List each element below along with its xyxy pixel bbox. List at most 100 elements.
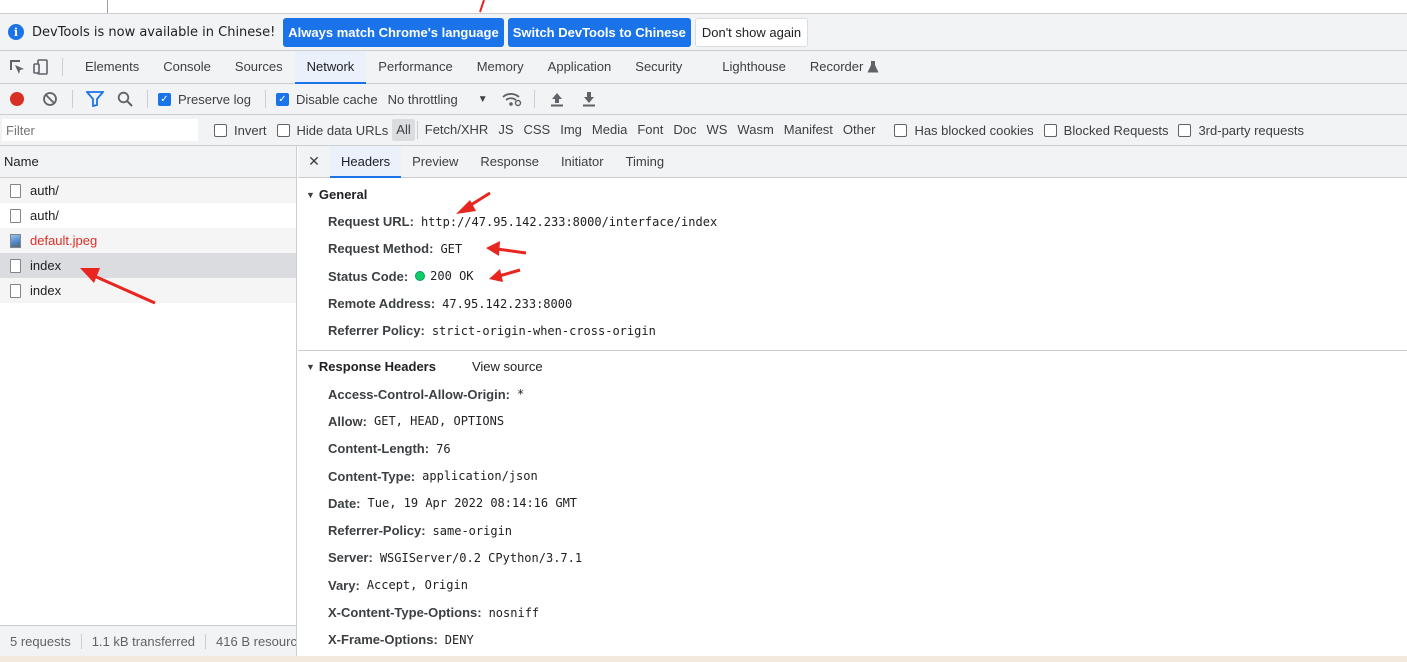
third-party-label: 3rd-party requests (1198, 122, 1304, 138)
request-list-pane: Name auth/ auth/ default.jpeg index inde… (0, 146, 297, 662)
tab-recorder[interactable]: Recorder (798, 51, 891, 83)
tabs-separator (62, 58, 63, 76)
preserve-log-checkbox[interactable]: ✓ Preserve log (158, 92, 251, 107)
filter-type-media[interactable]: Media (587, 119, 632, 141)
toolbar-separator (72, 90, 73, 108)
header-row: X-Content-Type-Options: nosniff (298, 599, 1407, 626)
header-value: Tue, 19 Apr 2022 08:14:16 GMT (367, 496, 578, 511)
filter-icon[interactable] (83, 87, 107, 111)
header-value: application/json (422, 469, 538, 484)
request-row[interactable]: auth/ (0, 178, 296, 203)
header-row: X-Frame-Options: DENY (298, 626, 1407, 653)
header-value: 47.95.142.233:8000 (442, 296, 573, 311)
request-name: index (30, 258, 62, 273)
checkbox-box (276, 123, 290, 137)
filter-type-manifest[interactable]: Manifest (779, 119, 838, 141)
filter-type-js[interactable]: JS (493, 119, 518, 141)
filter-type-img[interactable]: Img (555, 119, 587, 141)
header-key: Allow: (328, 413, 367, 429)
view-source-link[interactable]: View source (472, 359, 543, 374)
request-row[interactable]: default.jpeg (0, 228, 296, 253)
switch-chinese-button[interactable]: Switch DevTools to Chinese (507, 17, 691, 47)
tab-elements[interactable]: Elements (73, 51, 151, 83)
tab-headers[interactable]: Headers (330, 146, 402, 178)
top-divider (107, 0, 108, 13)
page-bottom-strip (0, 656, 1407, 662)
tab-lighthouse[interactable]: Lighthouse (710, 51, 798, 83)
invert-checkbox[interactable]: Invert (214, 123, 267, 138)
preserve-log-label: Preserve log (178, 91, 251, 107)
filter-type-wasm[interactable]: Wasm (732, 119, 778, 141)
disable-cache-checkbox[interactable]: ✓ Disable cache (275, 92, 378, 107)
request-name: auth/ (30, 208, 59, 223)
export-har-icon[interactable] (577, 87, 601, 111)
request-row[interactable]: auth/ (0, 203, 296, 228)
record-icon[interactable] (10, 92, 24, 106)
header-row: Request Method: GET (298, 235, 1407, 262)
filter-input[interactable] (2, 119, 198, 141)
header-key: X-Content-Type-Options: (328, 605, 482, 620)
tab-console[interactable]: Console (151, 51, 223, 83)
tab-initiator[interactable]: Initiator (550, 146, 615, 178)
filter-type-css[interactable]: CSS (519, 119, 556, 141)
header-row: Referrer Policy: strict-origin-when-cros… (298, 317, 1407, 344)
toolbar-separator (147, 90, 148, 108)
page-top-strip (0, 0, 1407, 14)
search-icon[interactable] (113, 87, 137, 111)
tab-network[interactable]: Network (294, 50, 367, 84)
header-key: Referrer Policy: (328, 323, 425, 339)
general-section: Request URL: http://47.95.142.233:8000/i… (298, 208, 1407, 344)
inspect-element-icon[interactable] (6, 56, 28, 78)
tab-response[interactable]: Response (469, 146, 550, 178)
filter-type-other[interactable]: Other (838, 119, 881, 141)
name-column-header[interactable]: Name (0, 146, 296, 178)
device-toolbar-icon[interactable] (30, 56, 52, 78)
info-icon: i (8, 24, 24, 40)
tab-application[interactable]: Application (536, 51, 624, 83)
request-row-selected[interactable]: index (0, 253, 296, 278)
flask-icon (867, 61, 879, 73)
close-icon[interactable]: ✕ (298, 153, 330, 170)
match-language-button[interactable]: Always match Chrome's language (283, 17, 504, 47)
header-value: http://47.95.142.233:8000/interface/inde… (420, 214, 718, 229)
tab-timing[interactable]: Timing (615, 146, 676, 178)
response-headers-title: Response Headers (318, 359, 436, 375)
devtools-tabs-bar: Elements Console Sources Network Perform… (0, 50, 1407, 84)
tab-performance[interactable]: Performance (366, 51, 464, 83)
response-headers-section-header[interactable]: ▼ Response Headers View source (298, 353, 1407, 380)
network-toolbar: ✓ Preserve log ✓ Disable cache No thrott… (0, 84, 1407, 115)
header-value: strict-origin-when-cross-origin (431, 323, 656, 338)
clear-icon[interactable] (38, 87, 62, 111)
blocked-requests-label: Blocked Requests (1063, 122, 1169, 138)
header-key: Content-Length: (328, 441, 430, 457)
header-row: Content-Type: application/json (298, 462, 1407, 489)
network-conditions-icon[interactable] (500, 87, 524, 111)
dont-show-again-button[interactable]: Don't show again (694, 17, 809, 47)
tab-memory[interactable]: Memory (465, 51, 536, 83)
filter-type-all[interactable]: All (392, 119, 415, 141)
general-section-header[interactable]: ▼ General (298, 181, 1407, 208)
document-icon (10, 208, 21, 223)
import-har-icon[interactable] (545, 87, 569, 111)
triangle-down-icon: ▼ (306, 189, 315, 200)
tab-sources[interactable]: Sources (223, 51, 295, 83)
header-key: Status Code: (328, 268, 409, 284)
general-title: General (318, 187, 368, 202)
filter-type-fetch-xhr[interactable]: Fetch/XHR (420, 119, 494, 141)
network-status-bar: 5 requests 1.1 kB transferred 416 B reso… (0, 625, 296, 656)
filter-type-doc[interactable]: Doc (668, 119, 701, 141)
filter-type-ws[interactable]: WS (701, 119, 732, 141)
tab-security[interactable]: Security (623, 51, 710, 83)
third-party-checkbox[interactable]: 3rd-party requests (1178, 123, 1304, 138)
throttling-select[interactable]: No throttling ▼ (388, 92, 488, 107)
request-row[interactable]: index (0, 278, 296, 303)
header-value: 200 OK (430, 269, 474, 284)
filter-type-font[interactable]: Font (632, 119, 668, 141)
hide-data-urls-checkbox[interactable]: Hide data URLs (276, 123, 388, 138)
blocked-requests-checkbox[interactable]: Blocked Requests (1043, 122, 1169, 138)
section-divider (298, 350, 1407, 352)
tab-preview[interactable]: Preview (401, 146, 469, 178)
header-row: Status Code: 200 OK (298, 263, 1407, 290)
checkbox-box (894, 123, 908, 137)
blocked-cookies-checkbox[interactable]: Has blocked cookies (894, 123, 1034, 138)
